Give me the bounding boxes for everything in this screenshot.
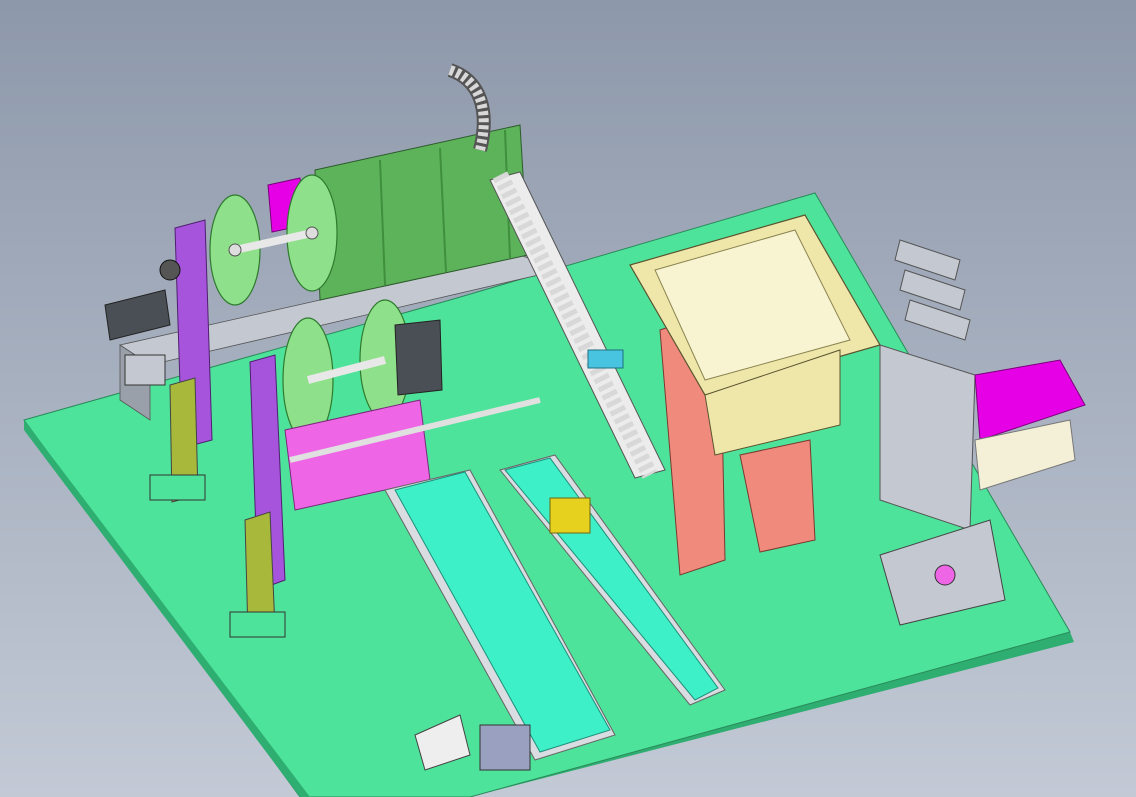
cad-viewport[interactable] <box>0 0 1136 797</box>
yellow-gripper <box>549 497 591 534</box>
cad-model-canvas[interactable] <box>0 0 1136 797</box>
servo-motor-middle <box>394 319 443 396</box>
cyan-bracket <box>587 349 624 369</box>
